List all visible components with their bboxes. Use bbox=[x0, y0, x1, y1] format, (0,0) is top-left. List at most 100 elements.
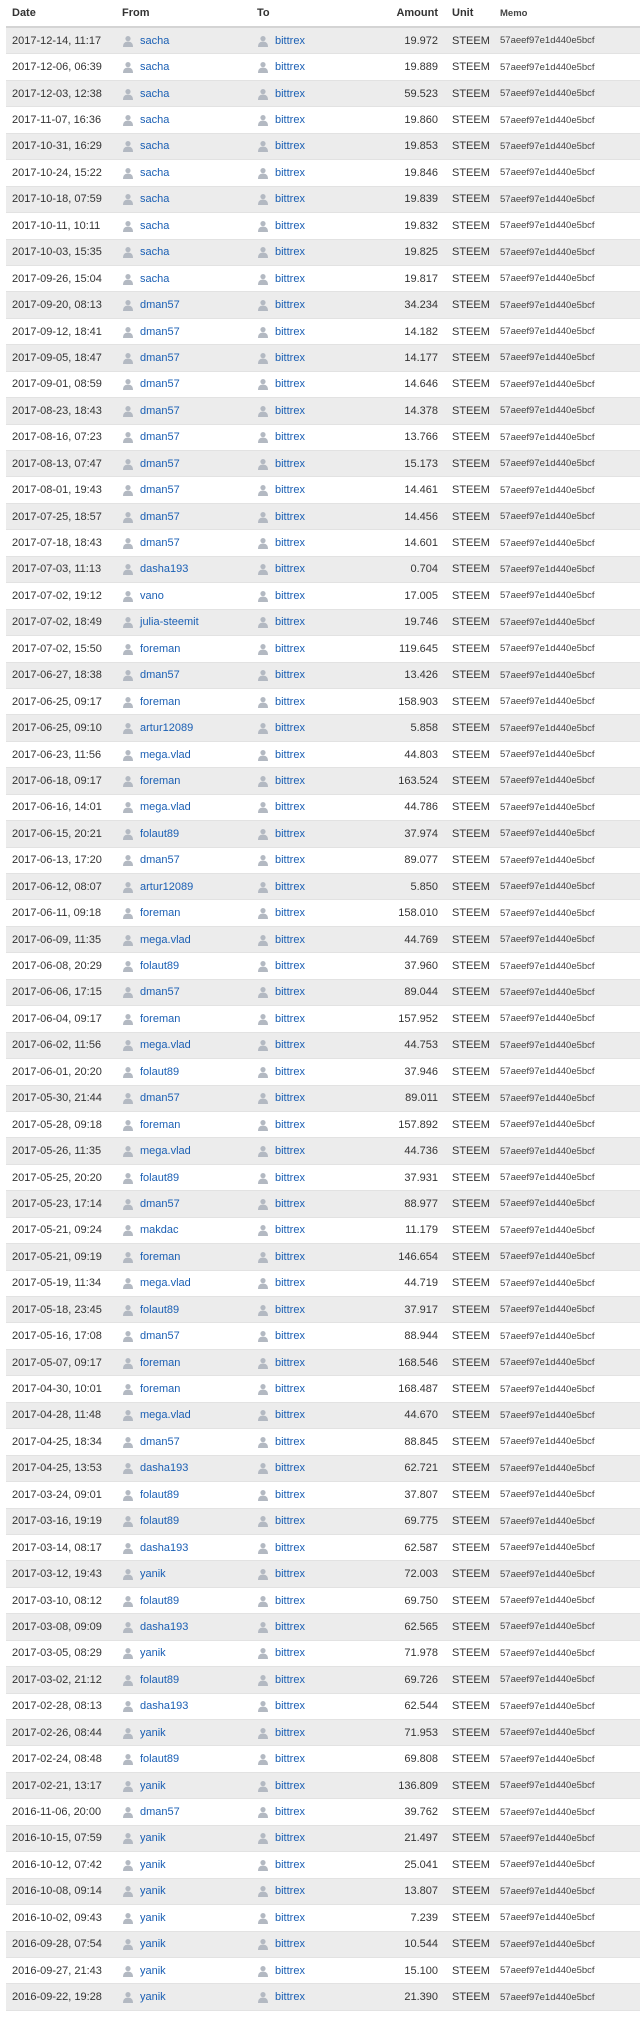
to-account-link[interactable]: bittrex bbox=[275, 1039, 305, 1051]
from-account-link[interactable]: makdac bbox=[140, 1224, 179, 1236]
to-account-link[interactable]: bittrex bbox=[275, 1277, 305, 1289]
to-account-link[interactable]: bittrex bbox=[275, 1780, 305, 1792]
to-account-link[interactable]: bittrex bbox=[275, 1542, 305, 1554]
to-account-link[interactable]: bittrex bbox=[275, 1647, 305, 1659]
from-account-link[interactable]: folaut89 bbox=[140, 1489, 179, 1501]
from-account-link[interactable]: dman57 bbox=[140, 405, 180, 417]
to-account-link[interactable]: bittrex bbox=[275, 378, 305, 390]
to-account-link[interactable]: bittrex bbox=[275, 484, 305, 496]
to-account-link[interactable]: bittrex bbox=[275, 828, 305, 840]
from-account-link[interactable]: dasha193 bbox=[140, 1621, 188, 1633]
from-account-link[interactable]: dman57 bbox=[140, 431, 180, 443]
from-account-link[interactable]: mega.vlad bbox=[140, 1277, 191, 1289]
from-account-link[interactable]: folaut89 bbox=[140, 1304, 179, 1316]
to-account-link[interactable]: bittrex bbox=[275, 749, 305, 761]
to-account-link[interactable]: bittrex bbox=[275, 273, 305, 285]
to-account-link[interactable]: bittrex bbox=[275, 1832, 305, 1844]
to-account-link[interactable]: bittrex bbox=[275, 299, 305, 311]
to-account-link[interactable]: bittrex bbox=[275, 458, 305, 470]
to-account-link[interactable]: bittrex bbox=[275, 140, 305, 152]
from-account-link[interactable]: foreman bbox=[140, 1357, 180, 1369]
from-account-link[interactable]: dman57 bbox=[140, 458, 180, 470]
to-account-link[interactable]: bittrex bbox=[275, 246, 305, 258]
to-account-link[interactable]: bittrex bbox=[275, 881, 305, 893]
from-account-link[interactable]: yanik bbox=[140, 1568, 166, 1580]
to-account-link[interactable]: bittrex bbox=[275, 537, 305, 549]
from-account-link[interactable]: yanik bbox=[140, 1859, 166, 1871]
from-account-link[interactable]: dasha193 bbox=[140, 1462, 188, 1474]
to-account-link[interactable]: bittrex bbox=[275, 405, 305, 417]
from-account-link[interactable]: artur12089 bbox=[140, 881, 193, 893]
from-account-link[interactable]: sacha bbox=[140, 273, 169, 285]
from-account-link[interactable]: foreman bbox=[140, 775, 180, 787]
from-account-link[interactable]: folaut89 bbox=[140, 1066, 179, 1078]
to-account-link[interactable]: bittrex bbox=[275, 643, 305, 655]
from-account-link[interactable]: folaut89 bbox=[140, 1515, 179, 1527]
to-account-link[interactable]: bittrex bbox=[275, 1806, 305, 1818]
from-account-link[interactable]: foreman bbox=[140, 643, 180, 655]
from-account-link[interactable]: mega.vlad bbox=[140, 1039, 191, 1051]
to-account-link[interactable]: bittrex bbox=[275, 1991, 305, 2003]
to-account-link[interactable]: bittrex bbox=[275, 352, 305, 364]
to-account-link[interactable]: bittrex bbox=[275, 1357, 305, 1369]
from-account-link[interactable]: dman57 bbox=[140, 1330, 180, 1342]
to-account-link[interactable]: bittrex bbox=[275, 114, 305, 126]
from-account-link[interactable]: artur12089 bbox=[140, 722, 193, 734]
from-account-link[interactable]: dman57 bbox=[140, 511, 180, 523]
from-account-link[interactable]: yanik bbox=[140, 1991, 166, 2003]
from-account-link[interactable]: yanik bbox=[140, 1938, 166, 1950]
from-account-link[interactable]: yanik bbox=[140, 1885, 166, 1897]
to-account-link[interactable]: bittrex bbox=[275, 167, 305, 179]
from-account-link[interactable]: mega.vlad bbox=[140, 749, 191, 761]
from-account-link[interactable]: sacha bbox=[140, 88, 169, 100]
to-account-link[interactable]: bittrex bbox=[275, 1462, 305, 1474]
to-account-link[interactable]: bittrex bbox=[275, 1595, 305, 1607]
from-account-link[interactable]: dman57 bbox=[140, 352, 180, 364]
to-account-link[interactable]: bittrex bbox=[275, 563, 305, 575]
to-account-link[interactable]: bittrex bbox=[275, 1727, 305, 1739]
to-account-link[interactable]: bittrex bbox=[275, 934, 305, 946]
to-account-link[interactable]: bittrex bbox=[275, 669, 305, 681]
to-account-link[interactable]: bittrex bbox=[275, 1753, 305, 1765]
from-account-link[interactable]: sacha bbox=[140, 246, 169, 258]
to-account-link[interactable]: bittrex bbox=[275, 1066, 305, 1078]
to-account-link[interactable]: bittrex bbox=[275, 88, 305, 100]
from-account-link[interactable]: sacha bbox=[140, 35, 169, 47]
to-account-link[interactable]: bittrex bbox=[275, 511, 305, 523]
from-account-link[interactable]: sacha bbox=[140, 193, 169, 205]
from-account-link[interactable]: foreman bbox=[140, 1383, 180, 1395]
to-account-link[interactable]: bittrex bbox=[275, 986, 305, 998]
from-account-link[interactable]: sacha bbox=[140, 114, 169, 126]
from-account-link[interactable]: mega.vlad bbox=[140, 934, 191, 946]
from-account-link[interactable]: foreman bbox=[140, 1119, 180, 1131]
to-account-link[interactable]: bittrex bbox=[275, 326, 305, 338]
from-account-link[interactable]: yanik bbox=[140, 1647, 166, 1659]
from-account-link[interactable]: mega.vlad bbox=[140, 1145, 191, 1157]
to-account-link[interactable]: bittrex bbox=[275, 1383, 305, 1395]
to-account-link[interactable]: bittrex bbox=[275, 907, 305, 919]
to-account-link[interactable]: bittrex bbox=[275, 1515, 305, 1527]
from-account-link[interactable]: dman57 bbox=[140, 669, 180, 681]
to-account-link[interactable]: bittrex bbox=[275, 1912, 305, 1924]
to-account-link[interactable]: bittrex bbox=[275, 1013, 305, 1025]
from-account-link[interactable]: sacha bbox=[140, 220, 169, 232]
to-account-link[interactable]: bittrex bbox=[275, 1119, 305, 1131]
to-account-link[interactable]: bittrex bbox=[275, 775, 305, 787]
to-account-link[interactable]: bittrex bbox=[275, 1859, 305, 1871]
from-account-link[interactable]: dasha193 bbox=[140, 1700, 188, 1712]
to-account-link[interactable]: bittrex bbox=[275, 1885, 305, 1897]
from-account-link[interactable]: foreman bbox=[140, 907, 180, 919]
to-account-link[interactable]: bittrex bbox=[275, 590, 305, 602]
to-account-link[interactable]: bittrex bbox=[275, 1489, 305, 1501]
from-account-link[interactable]: mega.vlad bbox=[140, 1409, 191, 1421]
to-account-link[interactable]: bittrex bbox=[275, 1304, 305, 1316]
to-account-link[interactable]: bittrex bbox=[275, 1700, 305, 1712]
to-account-link[interactable]: bittrex bbox=[275, 35, 305, 47]
to-account-link[interactable]: bittrex bbox=[275, 1330, 305, 1342]
to-account-link[interactable]: bittrex bbox=[275, 1224, 305, 1236]
from-account-link[interactable]: yanik bbox=[140, 1832, 166, 1844]
from-account-link[interactable]: dman57 bbox=[140, 378, 180, 390]
from-account-link[interactable]: dman57 bbox=[140, 1806, 180, 1818]
to-account-link[interactable]: bittrex bbox=[275, 960, 305, 972]
from-account-link[interactable]: sacha bbox=[140, 61, 169, 73]
